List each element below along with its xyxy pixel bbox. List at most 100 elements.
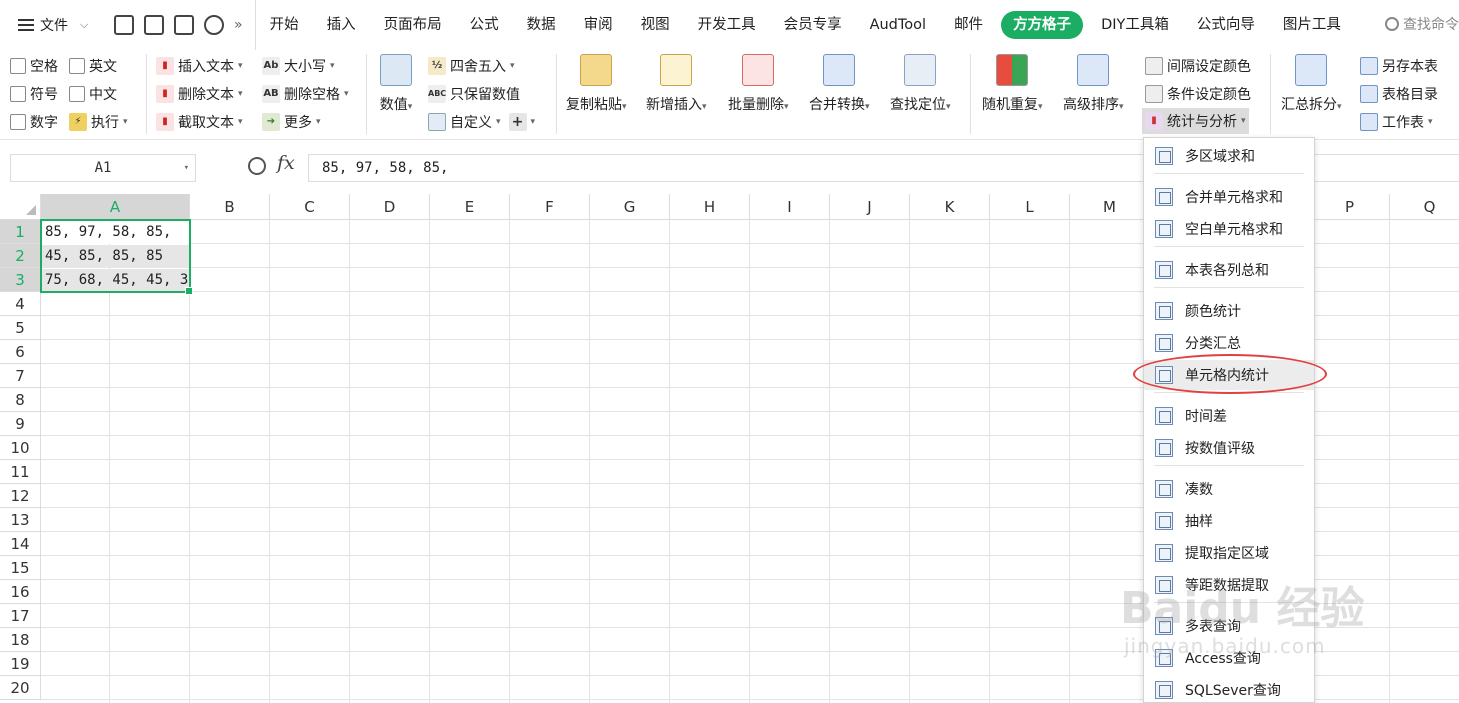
row-header-14[interactable]: 14 <box>0 532 41 556</box>
row-header-10[interactable]: 10 <box>0 436 41 460</box>
insert-text-button[interactable]: ▮ 插入文本 ▾ <box>156 56 243 76</box>
row-header-16[interactable]: 16 <box>0 580 41 604</box>
merge-convert-button[interactable]: 合并转换▾ <box>809 50 870 114</box>
menu-item-3[interactable]: 空白单元格求和 <box>1144 214 1314 244</box>
column-header-g[interactable]: G <box>590 194 670 220</box>
summary-split-button[interactable]: 汇总拆分▾ <box>1281 50 1342 114</box>
row-header-1[interactable]: 1 <box>0 220 41 244</box>
tab-formulas[interactable]: 公式 <box>456 11 513 39</box>
number-button[interactable]: 数值▾ <box>374 50 418 114</box>
menu-item-5[interactable]: 颜色统计 <box>1144 296 1314 326</box>
checkbox-icon[interactable] <box>10 86 26 102</box>
column-header-b[interactable]: B <box>190 194 270 220</box>
tab-data[interactable]: 数据 <box>513 11 570 39</box>
column-header-l[interactable]: L <box>990 194 1070 220</box>
column-header-i[interactable]: I <box>750 194 830 220</box>
menu-item-14[interactable]: 多表查询 <box>1144 611 1314 641</box>
column-header-q[interactable]: Q <box>1390 194 1459 220</box>
menu-item-6[interactable]: 分类汇总 <box>1144 328 1314 358</box>
row-header-5[interactable]: 5 <box>0 316 41 340</box>
tab-home[interactable]: 开始 <box>256 11 313 39</box>
row-header-18[interactable]: 18 <box>0 628 41 652</box>
worksheet-button[interactable]: 工作表 ▾ <box>1360 112 1433 132</box>
fx-icon[interactable]: fx <box>277 152 295 174</box>
checkbox-english[interactable]: 英文 <box>69 56 117 76</box>
tab-mail[interactable]: 邮件 <box>940 11 997 39</box>
interval-color-button[interactable]: 间隔设定颜色 <box>1145 56 1251 76</box>
menu-item-8[interactable]: 时间差 <box>1144 401 1314 431</box>
menu-item-9[interactable]: 按数值评级 <box>1144 433 1314 463</box>
tab-review[interactable]: 审阅 <box>570 11 627 39</box>
tab-picture-tools[interactable]: 图片工具 <box>1269 11 1355 39</box>
column-header-h[interactable]: H <box>670 194 750 220</box>
export-icon[interactable] <box>144 15 164 35</box>
checkbox-symbol[interactable]: 符号 <box>10 84 58 104</box>
row-header-2[interactable]: 2 <box>0 244 41 268</box>
column-header-k[interactable]: K <box>910 194 990 220</box>
file-menu[interactable]: 文件 ⌵ <box>0 0 108 50</box>
menu-item-15[interactable]: Access查询 <box>1144 643 1314 673</box>
execute-button[interactable]: ⚡ 执行 ▾ <box>69 112 128 132</box>
menu-item-11[interactable]: 抽样 <box>1144 506 1314 536</box>
row-header-17[interactable]: 17 <box>0 604 41 628</box>
menu-item-7[interactable]: 单元格内统计 <box>1144 360 1314 390</box>
column-header-e[interactable]: E <box>430 194 510 220</box>
menu-item-12[interactable]: 提取指定区域 <box>1144 538 1314 568</box>
tab-developer[interactable]: 开发工具 <box>684 11 770 39</box>
round-button[interactable]: ½ 四舍五入 ▾ <box>428 56 515 76</box>
row-header-15[interactable]: 15 <box>0 556 41 580</box>
tab-audtool[interactable]: AudTool <box>856 11 940 39</box>
menu-item-10[interactable]: 凑数 <box>1144 474 1314 504</box>
print-preview-icon[interactable] <box>204 15 224 35</box>
row-header-4[interactable]: 4 <box>0 292 41 316</box>
case-button[interactable]: Ab 大小写 ▾ <box>262 56 335 76</box>
cell-a3[interactable]: 75, 68, 45, 45, 35 <box>42 269 189 292</box>
menu-item-16[interactable]: SQLSever查询 <box>1144 675 1314 702</box>
command-search[interactable]: 查找命令 <box>1385 14 1459 34</box>
chevron-down-icon[interactable]: ▾ <box>184 155 189 181</box>
column-header-f[interactable]: F <box>510 194 590 220</box>
more-commands-icon[interactable]: » <box>234 17 243 33</box>
row-header-20[interactable]: 20 <box>0 676 41 700</box>
tab-view[interactable]: 视图 <box>627 11 684 39</box>
random-repeat-button[interactable]: 随机重复▾ <box>982 50 1043 114</box>
stats-analysis-button[interactable]: ▮ 统计与分析 ▾ <box>1142 108 1249 134</box>
column-header-m[interactable]: M <box>1070 194 1150 220</box>
column-header-p[interactable]: P <box>1310 194 1390 220</box>
select-all-corner[interactable] <box>0 194 41 220</box>
row-header-13[interactable]: 13 <box>0 508 41 532</box>
save-icon[interactable] <box>114 15 134 35</box>
advanced-sort-button[interactable]: 高级排序▾ <box>1063 50 1124 114</box>
name-box[interactable]: A1 ▾ <box>10 154 196 182</box>
tab-fangfangezi[interactable]: 方方格子 <box>1001 11 1084 39</box>
row-header-8[interactable]: 8 <box>0 388 41 412</box>
row-header-11[interactable]: 11 <box>0 460 41 484</box>
checkbox-space[interactable]: 空格 <box>10 56 58 76</box>
checkbox-icon[interactable] <box>69 86 85 102</box>
tab-insert[interactable]: 插入 <box>313 11 370 39</box>
delete-text-button[interactable]: ▮ 删除文本 ▾ <box>156 84 243 104</box>
column-header-c[interactable]: C <box>270 194 350 220</box>
delete-space-button[interactable]: AB 删除空格 ▾ <box>262 84 349 104</box>
menu-item-1[interactable]: 多区域求和 <box>1144 141 1314 171</box>
row-header-3[interactable]: 3 <box>0 268 41 292</box>
menu-item-13[interactable]: 等距数据提取 <box>1144 570 1314 600</box>
checkbox-chinese[interactable]: 中文 <box>69 84 117 104</box>
copy-paste-button[interactable]: 复制粘贴▾ <box>566 50 627 114</box>
keep-value-button[interactable]: ABC 只保留数值 <box>428 84 520 104</box>
column-header-a[interactable]: A <box>41 194 190 220</box>
menu-item-4[interactable]: 本表各列总和 <box>1144 255 1314 285</box>
zoom-icon[interactable] <box>248 157 266 175</box>
row-header-9[interactable]: 9 <box>0 412 41 436</box>
batch-delete-button[interactable]: 批量删除▾ <box>728 50 789 114</box>
tab-diy-toolbox[interactable]: DIY工具箱 <box>1087 11 1183 39</box>
column-header-j[interactable]: J <box>830 194 910 220</box>
row-header-12[interactable]: 12 <box>0 484 41 508</box>
column-header-d[interactable]: D <box>350 194 430 220</box>
print-icon[interactable] <box>174 15 194 35</box>
insert-new-button[interactable]: 新增插入▾ <box>646 50 707 114</box>
condition-color-button[interactable]: 条件设定颜色 <box>1145 84 1251 104</box>
tab-formula-wizard[interactable]: 公式向导 <box>1183 11 1269 39</box>
cell-a2[interactable]: 45, 85, 85, 85 <box>42 245 189 268</box>
checkbox-icon[interactable] <box>10 114 26 130</box>
